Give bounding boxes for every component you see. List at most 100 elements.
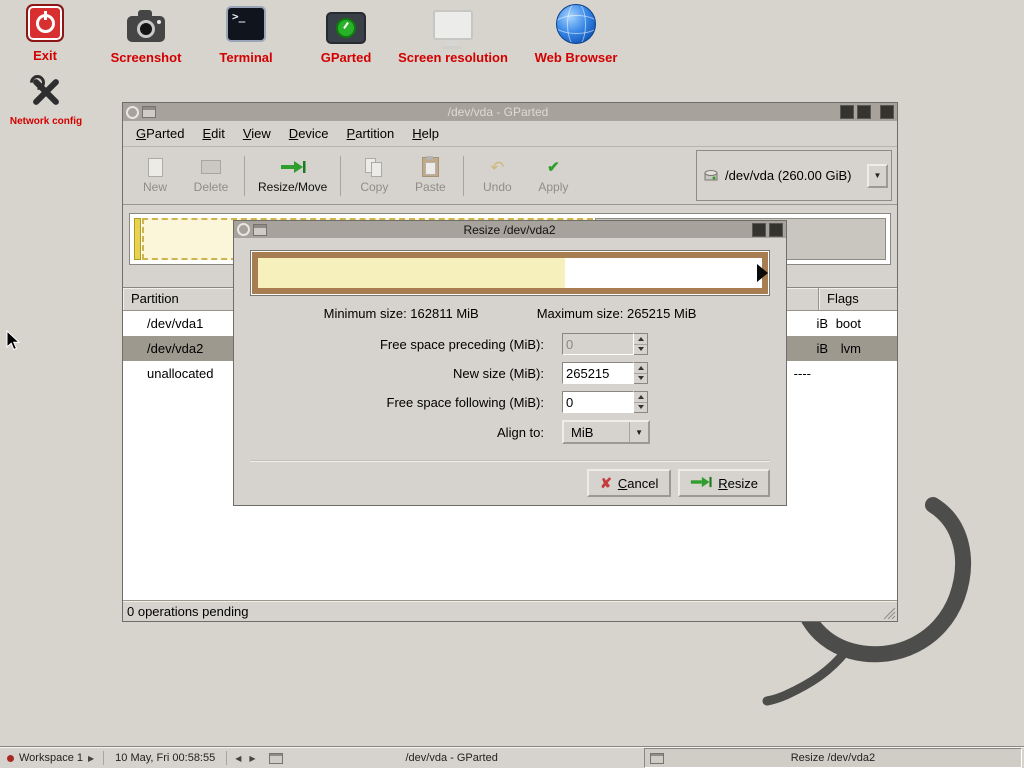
menu-help[interactable]: Help <box>403 122 448 145</box>
close-button[interactable] <box>880 105 894 119</box>
resize-grip[interactable] <box>883 607 896 620</box>
copy-icon <box>365 157 384 177</box>
free-space-preceding-label: Free space preceding (MiB): <box>250 337 562 352</box>
toolbar: New Delete Resize/Move Copy Paste ↶ Undo <box>123 147 897 205</box>
window-title: /dev/vda - GParted <box>159 105 837 119</box>
taskbar-item-gparted[interactable]: /dev/vda - GParted <box>264 749 640 767</box>
chevron-down-icon: ▼ <box>874 171 882 180</box>
taskbar: Workspace 1 ▶ 10 May, Fri 00:58:55 ◀ ▶ /… <box>0 747 1024 768</box>
menu-gparted[interactable]: GParted <box>127 122 193 145</box>
new-size-label: New size (MiB): <box>250 366 562 381</box>
menu-view[interactable]: View <box>234 122 280 145</box>
desktop-icon-label: Terminal <box>219 50 272 65</box>
spin-buttons <box>634 391 648 413</box>
resize-slider-used-area <box>258 258 565 288</box>
gparted-titlebar[interactable]: /dev/vda - GParted <box>123 103 897 121</box>
minmax-row: Minimum size: 162811 MiB Maximum size: 2… <box>250 306 770 321</box>
menu-partition[interactable]: Partition <box>338 122 404 145</box>
device-selector-value: /dev/vda (260.00 GiB) <box>725 168 861 183</box>
close-button[interactable] <box>769 223 783 237</box>
size-fragment: iB <box>816 316 828 331</box>
spin-down-button[interactable] <box>634 373 647 384</box>
delete-button: Delete <box>183 154 239 197</box>
new-size-row: New size (MiB): <box>250 362 770 384</box>
window-menu-icon[interactable] <box>237 223 250 236</box>
cancel-button-label: Cancel <box>618 476 658 491</box>
tools-icon <box>27 73 65 111</box>
undo-icon: ↶ <box>490 157 504 177</box>
resize-slider[interactable] <box>250 250 770 296</box>
menu-device[interactable]: Device <box>280 122 338 145</box>
desktop-icon-screen-resolution[interactable]: Screen resolution <box>388 4 518 65</box>
menu-edit[interactable]: Edit <box>193 122 233 145</box>
monitor-icon <box>433 10 473 40</box>
dialog-body: Minimum size: 162811 MiB Maximum size: 2… <box>234 238 786 505</box>
taskbar-separator <box>103 751 104 765</box>
maximize-button[interactable] <box>857 105 871 119</box>
workspace-label: Workspace 1 <box>19 752 83 764</box>
window-menu-icon[interactable] <box>126 106 139 119</box>
new-size-spinbox <box>562 362 648 384</box>
new-size-input[interactable] <box>562 362 634 384</box>
paste-button: Paste <box>402 154 458 197</box>
flags-value: boot <box>836 316 861 331</box>
taskbar-item-label: /dev/vda - GParted <box>406 752 498 764</box>
taskbar-item-resize-dialog[interactable]: Resize /dev/vda2 <box>644 748 1022 768</box>
minimize-button[interactable] <box>840 105 854 119</box>
free-space-following-label: Free space following (MiB): <box>250 395 562 410</box>
maximize-button[interactable] <box>752 223 766 237</box>
toolbar-separator <box>340 156 341 196</box>
window-icon <box>269 753 283 764</box>
resize-dialog: Resize /dev/vda2 Minimum size: 162811 Mi… <box>233 220 787 506</box>
desktop-icon-label: Web Browser <box>535 50 618 65</box>
resize-button[interactable]: Resize <box>678 469 770 497</box>
status-bar: 0 operations pending <box>123 600 897 621</box>
free-space-following-input[interactable] <box>562 391 634 413</box>
disk-icon <box>703 169 719 183</box>
taskbar-item-label: Resize /dev/vda2 <box>791 752 875 764</box>
resize-arrow-icon <box>690 475 712 492</box>
scroll-right-icon[interactable]: ▶ <box>249 754 255 763</box>
size-fragment: iB <box>816 341 828 356</box>
clock: 10 May, Fri 00:58:55 <box>106 752 224 764</box>
workspace-switcher[interactable]: Workspace 1 ▶ <box>0 752 101 764</box>
camera-icon <box>127 16 165 42</box>
spin-buttons <box>634 333 648 355</box>
desktop-icon-web-browser[interactable]: Web Browser <box>511 4 641 65</box>
new-partition-icon <box>148 157 163 177</box>
align-to-combobox[interactable]: MiB ▼ <box>562 420 650 444</box>
resize-slider-right-handle-icon[interactable] <box>757 264 768 282</box>
dialog-titlebar[interactable]: Resize /dev/vda2 <box>234 221 786 238</box>
paste-icon <box>422 157 439 177</box>
desktop-icon-label: Network config <box>10 116 82 127</box>
free-space-following-row: Free space following (MiB): <box>250 391 770 413</box>
dialog-action-area: ✘ Cancel Resize <box>250 460 770 497</box>
device-dropdown-button[interactable]: ▼ <box>867 164 888 188</box>
align-to-value: MiB <box>571 425 593 440</box>
workspace-next-icon[interactable]: ▶ <box>88 754 94 763</box>
align-to-label: Align to: <box>250 425 562 440</box>
free-space-preceding-spinbox <box>562 333 648 355</box>
cancel-button[interactable]: ✘ Cancel <box>587 469 671 497</box>
spin-down-button <box>634 344 647 355</box>
toolbar-separator <box>463 156 464 196</box>
scroll-left-icon[interactable]: ◀ <box>235 754 241 763</box>
app-window-icon <box>253 224 267 236</box>
spin-up-button <box>634 334 647 344</box>
desktop-icon-label: GParted <box>321 50 372 65</box>
device-selector[interactable]: /dev/vda (260.00 GiB) ▼ <box>696 150 892 201</box>
app-window-icon <box>142 106 156 118</box>
resize-move-button[interactable]: Resize/Move <box>250 154 335 197</box>
menubar: GParted Edit View Device Partition Help <box>123 121 897 147</box>
desktop-icon-network-config[interactable]: Network config <box>0 72 111 127</box>
gparted-disk-icon <box>326 12 366 44</box>
spin-down-button[interactable] <box>634 402 647 413</box>
partition-block-vda1[interactable] <box>134 218 141 260</box>
resize-button-label: Resize <box>718 476 758 491</box>
taskbar-separator <box>226 751 227 765</box>
delete-partition-icon <box>201 157 221 177</box>
column-header-flags: Flags <box>819 288 897 310</box>
free-space-preceding-row: Free space preceding (MiB): <box>250 333 770 355</box>
spin-up-button[interactable] <box>634 363 647 373</box>
spin-up-button[interactable] <box>634 392 647 402</box>
